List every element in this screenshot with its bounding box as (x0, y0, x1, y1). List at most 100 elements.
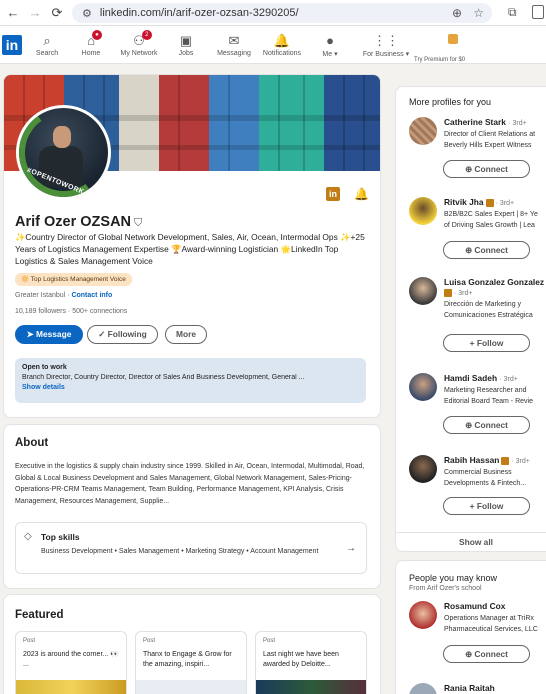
grid-icon: ⋮⋮ (373, 33, 399, 48)
premium-label: Try Premium for $0 (414, 57, 466, 63)
search-icon: ⌕ (43, 33, 51, 48)
extensions-icon[interactable]: ⧉ (508, 5, 517, 20)
open-to-work-roles: Branch Director, Country Director, Direc… (22, 374, 305, 381)
more-profiles-title: More profiles for you (409, 97, 492, 107)
person-name[interactable]: Rosamund Cox (444, 601, 505, 611)
zoom-icon[interactable]: ⊕ (452, 6, 462, 20)
show-details-link[interactable]: Show details (22, 384, 359, 391)
network-badge: 2 (141, 30, 152, 40)
url-text[interactable]: linkedin.com/in/arif-ozer-ozsan-3290205/ (100, 7, 299, 19)
profile-actions-icons: in 🔔 (326, 187, 369, 201)
person-avatar[interactable] (409, 373, 437, 401)
follow-button[interactable]: + Follow (443, 334, 530, 352)
person-line1: Commercial Business (444, 469, 512, 476)
person-name[interactable]: Luisa Gonzalez Gonzalez (444, 277, 544, 287)
network-icon: ⚇ 2 (133, 30, 152, 49)
connect-button[interactable]: ⊕ Connect (443, 160, 530, 178)
notify-bell-icon[interactable]: 🔔 (354, 187, 369, 201)
person-line2: of Driving Sales Growth | Lea (444, 222, 535, 229)
post-image (136, 680, 246, 694)
nav-premium[interactable]: Try Premium for $0 (414, 32, 494, 66)
connect-button[interactable]: ⊕ Connect (443, 416, 530, 434)
top-voice-badge[interactable]: 🔆 Top Logistics Management Voice (15, 273, 132, 286)
connect-button[interactable]: ⊕ Connect (443, 645, 530, 663)
address-bar[interactable]: ⚙ linkedin.com/in/arif-ozer-ozsan-329020… (72, 3, 492, 23)
nav-business-label: For Business ▾ (362, 51, 410, 58)
connections-count[interactable]: 500+ connections (72, 308, 127, 315)
nav-me[interactable]: ● Me ▾ (304, 32, 356, 58)
person-line1: Marketing Researcher and (444, 387, 527, 394)
forward-icon[interactable]: → (26, 5, 44, 20)
nav-my-network[interactable]: ⚇ 2 My Network (113, 30, 165, 57)
about-section: About Executive in the logistics & suppl… (3, 424, 381, 589)
person-avatar[interactable] (409, 455, 437, 483)
show-all-link[interactable]: Show all (396, 532, 546, 547)
nav-for-business[interactable]: ⋮⋮ For Business ▾ (360, 32, 412, 58)
person-avatar[interactable] (409, 197, 437, 225)
featured-post[interactable]: Post Last night we have been awarded by … (255, 631, 367, 694)
side-panel-icon[interactable] (532, 5, 544, 19)
person-avatar[interactable] (409, 683, 437, 694)
person-name[interactable]: Hamdi Sadeh · 3rd+ (444, 373, 518, 383)
nav-jobs-label: Jobs (178, 50, 194, 57)
profile-card: #OPENTOWORK in 🔔 Arif Ozer OZSAN ⛉ ✨Count… (3, 74, 381, 418)
verified-shield-icon: ⛉ (134, 217, 143, 229)
home-icon: ⌂ ● (87, 30, 102, 49)
person-line1: Dirección de Marketing y (444, 301, 522, 308)
open-to-work-title: Open to work (22, 364, 67, 371)
person-line2: Pharmaceutical Services, LLC (444, 626, 538, 633)
premium-icon (448, 34, 458, 44)
browser-toolbar: ← → ⟳ ⚙ linkedin.com/in/arif-ozer-ozsan-… (0, 0, 546, 26)
nav-home[interactable]: ⌂ ● Home (65, 30, 117, 57)
bell-icon: 🔔 (273, 33, 291, 48)
site-info-icon[interactable]: ⚙ (82, 7, 92, 20)
back-icon[interactable]: ← (4, 5, 22, 20)
profile-avatar[interactable]: #OPENTOWORK (16, 105, 111, 200)
person-avatar[interactable] (409, 601, 437, 629)
contact-info-link[interactable]: Contact info (71, 292, 112, 299)
nav-jobs[interactable]: ▣ Jobs (160, 32, 212, 57)
bookmark-star-icon[interactable]: ☆ (473, 6, 484, 20)
nav-home-label: Home (81, 50, 101, 57)
top-skills-box[interactable]: ◇ Top skills Business Development • Sale… (15, 522, 367, 574)
post-text: Last night we have been awarded by Deloi… (263, 651, 339, 668)
pymk-subtitle: From Arif Ozer's school (409, 585, 482, 592)
person-avatar[interactable] (409, 277, 437, 305)
person-name[interactable]: Ritvik Jha · 3rd+ (444, 197, 514, 207)
linkedin-logo[interactable]: in (2, 35, 22, 55)
post-image (16, 680, 126, 694)
featured-post[interactable]: Post 2023 is around the corner... 👀 ... (15, 631, 127, 694)
person-name[interactable]: Catherine Stark · 3rd+ (444, 117, 527, 127)
messaging-icon: ✉ (228, 33, 240, 48)
diamond-icon: ◇ (24, 531, 32, 542)
person-avatar[interactable] (409, 117, 437, 145)
reload-icon[interactable]: ⟳ (48, 5, 66, 21)
featured-post[interactable]: Post Thanx to Engage & Grow for the amaz… (135, 631, 247, 694)
post-kind: Post (263, 638, 276, 644)
nav-notifications[interactable]: 🔔 Notifications (256, 32, 308, 57)
jobs-icon: ▣ (179, 33, 193, 48)
person-line2: Beverly Hills Expert Witness (444, 142, 532, 149)
profile-location: Greater Istanbul · Contact info (15, 292, 113, 299)
about-title: About (15, 437, 49, 449)
followers-count[interactable]: 10,189 followers (15, 308, 66, 315)
following-button[interactable]: ✓ Following (87, 325, 158, 344)
person-line2: Editorial Board Team - Revie (444, 398, 533, 405)
linkedin-navbar: in ⌕ Search ⌂ ● Home ⚇ 2 My Network ▣ Jobs… (0, 26, 546, 64)
connect-button[interactable]: ⊕ Connect (443, 241, 530, 259)
message-button[interactable]: ➤ Message (15, 325, 83, 344)
post-kind: Post (143, 638, 156, 644)
post-kind: Post (23, 638, 36, 644)
person-name[interactable]: Rania Raitah (444, 683, 495, 693)
nav-me-label: Me ▾ (322, 51, 338, 58)
post-text: Thanx to Engage & Grow for the amazing, … (143, 651, 232, 668)
post-text: 2023 is around the corner... 👀 ... (23, 651, 119, 668)
more-button[interactable]: More (165, 325, 207, 344)
open-to-work-box: Open to work Branch Director, Country Di… (15, 358, 366, 403)
arrow-right-icon[interactable]: → (346, 543, 356, 554)
nav-messaging[interactable]: ✉ Messaging (208, 32, 260, 57)
person-degree: · 3rd+ (444, 288, 472, 299)
follow-button[interactable]: + Follow (443, 497, 530, 515)
post-image (256, 680, 366, 694)
person-name[interactable]: Rabih Hassan · 3rd+ (444, 455, 530, 465)
